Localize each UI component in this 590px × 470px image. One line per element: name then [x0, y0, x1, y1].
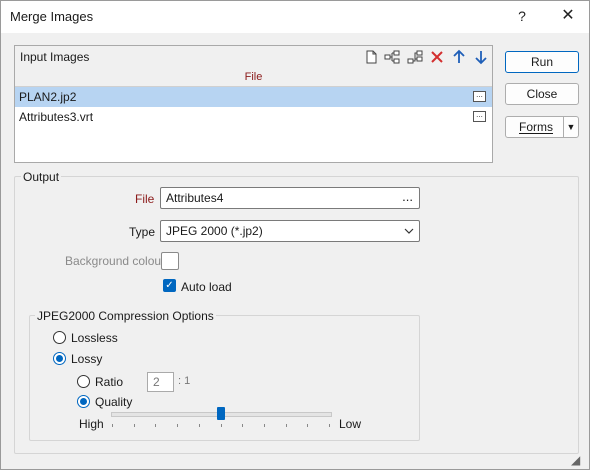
input-images-title: Input Images — [20, 50, 90, 64]
file-column-header[interactable]: File — [15, 68, 492, 87]
slider-tick — [329, 424, 330, 427]
type-select[interactable]: JPEG 2000 (*.jp2) — [160, 220, 420, 242]
background-colour-swatch[interactable] — [161, 252, 179, 270]
lossless-label: Lossless — [71, 331, 118, 345]
slider-tick — [307, 424, 308, 427]
slider-tick — [177, 424, 178, 427]
move-down-icon[interactable] — [473, 49, 489, 65]
slider-tick — [264, 424, 265, 427]
output-file-value: Attributes4 — [166, 191, 224, 205]
background-colour-label: Background colour — [65, 254, 166, 268]
input-images-header: Input Images — [15, 46, 492, 69]
resize-grip-icon[interactable]: ◢ — [571, 453, 580, 467]
slider-tick — [112, 424, 113, 427]
slider-tick — [221, 424, 222, 427]
add-row-icon[interactable] — [407, 49, 423, 65]
title-bar: Merge Images ? ✕ — [1, 1, 589, 33]
type-label: Type — [129, 225, 156, 239]
lossy-radio[interactable] — [53, 352, 66, 365]
auto-load-label: Auto load — [181, 280, 232, 294]
ratio-value: 2 — [153, 375, 160, 389]
auto-load-checkbox[interactable]: ✓ — [163, 279, 176, 292]
slider-tick — [155, 424, 156, 427]
quality-radio[interactable] — [77, 395, 90, 408]
ratio-label: Ratio — [95, 375, 124, 389]
table-row[interactable]: PLAN2.jp2 ... — [15, 87, 492, 107]
delete-icon[interactable] — [429, 49, 445, 65]
row-browse-button[interactable]: ... — [473, 91, 486, 102]
slider-tick — [242, 424, 243, 427]
output-file-field[interactable]: Attributes4 ... — [160, 187, 420, 209]
lossy-label: Lossy — [71, 352, 103, 366]
slider-high-label: High — [79, 417, 104, 431]
slider-low-label: Low — [339, 417, 362, 431]
output-file-label: File — [135, 192, 155, 206]
slider-tick — [199, 424, 200, 427]
insert-row-icon[interactable] — [384, 49, 400, 65]
output-group-label: Output — [21, 170, 62, 184]
type-value: JPEG 2000 (*.jp2) — [166, 224, 263, 238]
run-button[interactable]: Run — [505, 51, 579, 73]
table-row[interactable]: Attributes3.vrt ... — [15, 107, 492, 127]
merge-images-dialog: Merge Images ? ✕ Input Images File PLAN2… — [0, 0, 590, 470]
close-button[interactable]: Close — [505, 83, 579, 105]
new-file-icon[interactable] — [363, 49, 379, 65]
forms-button[interactable]: Forms ▼ — [505, 116, 579, 138]
row-browse-button[interactable]: ... — [473, 111, 486, 122]
ratio-suffix: : 1 — [178, 375, 191, 387]
output-file-browse-button[interactable]: ... — [402, 189, 413, 204]
input-images-panel: Input Images File PLAN2.jp2 ... Attribut… — [14, 45, 493, 163]
row-file-name: PLAN2.jp2 — [19, 90, 77, 104]
forms-label: Forms — [519, 120, 553, 134]
move-up-icon[interactable] — [451, 49, 467, 65]
quality-slider-thumb[interactable] — [217, 407, 225, 420]
close-window-button[interactable]: ✕ — [553, 4, 583, 28]
jpeg2000-group-label: JPEG2000 Compression Options — [35, 309, 216, 323]
lossless-radio[interactable] — [53, 331, 66, 344]
help-button[interactable]: ? — [507, 4, 537, 28]
ratio-input[interactable]: 2 — [147, 372, 174, 392]
row-file-name: Attributes3.vrt — [19, 110, 94, 124]
slider-tick — [134, 424, 135, 427]
window-title: Merge Images — [10, 9, 94, 24]
chevron-down-icon — [404, 228, 414, 234]
quality-label: Quality — [95, 395, 133, 409]
ratio-radio[interactable] — [77, 375, 90, 388]
forms-dropdown-arrow-icon[interactable]: ▼ — [563, 117, 578, 137]
slider-tick — [286, 424, 287, 427]
